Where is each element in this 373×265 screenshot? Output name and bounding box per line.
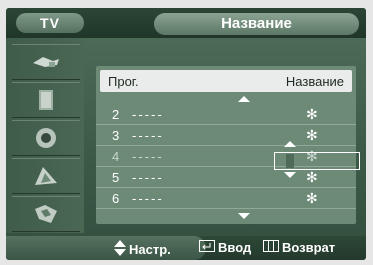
- row-name: -----: [132, 170, 164, 185]
- char-up-icon[interactable]: [284, 141, 296, 147]
- column-header-prog: Прог.: [108, 74, 139, 89]
- tv-osd-screen: TV Название Прог. Название 2 ----- ✻ 3 -…: [6, 8, 366, 260]
- back-hint-label: Возврат: [282, 240, 336, 255]
- picture-icon: [31, 53, 61, 71]
- row-number: 2: [112, 107, 120, 122]
- sidebar: [6, 38, 84, 233]
- row-value: ✻: [306, 106, 318, 122]
- footer-help-bar: Настр. Ввод Возврат: [6, 236, 366, 260]
- up-down-arrows-icon: [114, 240, 126, 259]
- sound-icon: [35, 88, 57, 112]
- row-number: 3: [112, 128, 120, 143]
- column-header-name: Название: [285, 74, 344, 89]
- row-value: ✻: [306, 190, 318, 206]
- table-row[interactable]: 2 ----- ✻: [96, 106, 356, 125]
- scroll-down-icon[interactable]: [238, 213, 250, 219]
- row-value: ✻: [306, 127, 318, 143]
- edit-cursor: [286, 154, 294, 168]
- sidebar-item-channel[interactable]: [12, 158, 80, 194]
- table-row[interactable]: 5 ----- ✻: [96, 169, 356, 188]
- sidebar-item-picture[interactable]: [12, 44, 80, 80]
- top-bar: TV Название: [6, 8, 366, 38]
- page-title: Название: [154, 13, 359, 35]
- tv-tab[interactable]: TV: [16, 13, 84, 33]
- nav-hint: Настр.: [114, 240, 171, 259]
- row-name: -----: [132, 191, 164, 206]
- speaker-icon: [34, 126, 58, 150]
- channel-name-panel: Прог. Название 2 ----- ✻ 3 ----- ✻ 4 ---…: [96, 66, 360, 224]
- sidebar-item-sound[interactable]: [12, 82, 80, 118]
- channel-icon: [33, 165, 59, 187]
- back-hint: Возврат: [263, 240, 335, 255]
- menu-icon: [263, 240, 279, 255]
- table-row[interactable]: 6 ----- ✻: [96, 190, 356, 209]
- enter-icon: [199, 240, 215, 255]
- row-name: -----: [132, 149, 164, 164]
- scroll-up-icon[interactable]: [238, 96, 250, 102]
- row-value: ✻: [306, 169, 318, 185]
- enter-hint-label: Ввод: [218, 240, 252, 255]
- row-name: -----: [132, 107, 164, 122]
- row-number: 5: [112, 170, 120, 185]
- enter-hint: Ввод: [199, 240, 251, 255]
- row-name: -----: [132, 128, 164, 143]
- nav-hint-label: Настр.: [129, 242, 171, 257]
- row-number: 4: [112, 149, 120, 164]
- row-number: 6: [112, 191, 120, 206]
- sidebar-item-setup[interactable]: [12, 196, 80, 232]
- table-header: Прог. Название: [100, 70, 352, 92]
- table-row[interactable]: 3 ----- ✻: [96, 127, 356, 146]
- char-down-icon[interactable]: [284, 172, 296, 178]
- footer-highlight: [6, 236, 206, 260]
- setup-icon: [33, 203, 59, 225]
- sidebar-item-speaker[interactable]: [12, 120, 80, 156]
